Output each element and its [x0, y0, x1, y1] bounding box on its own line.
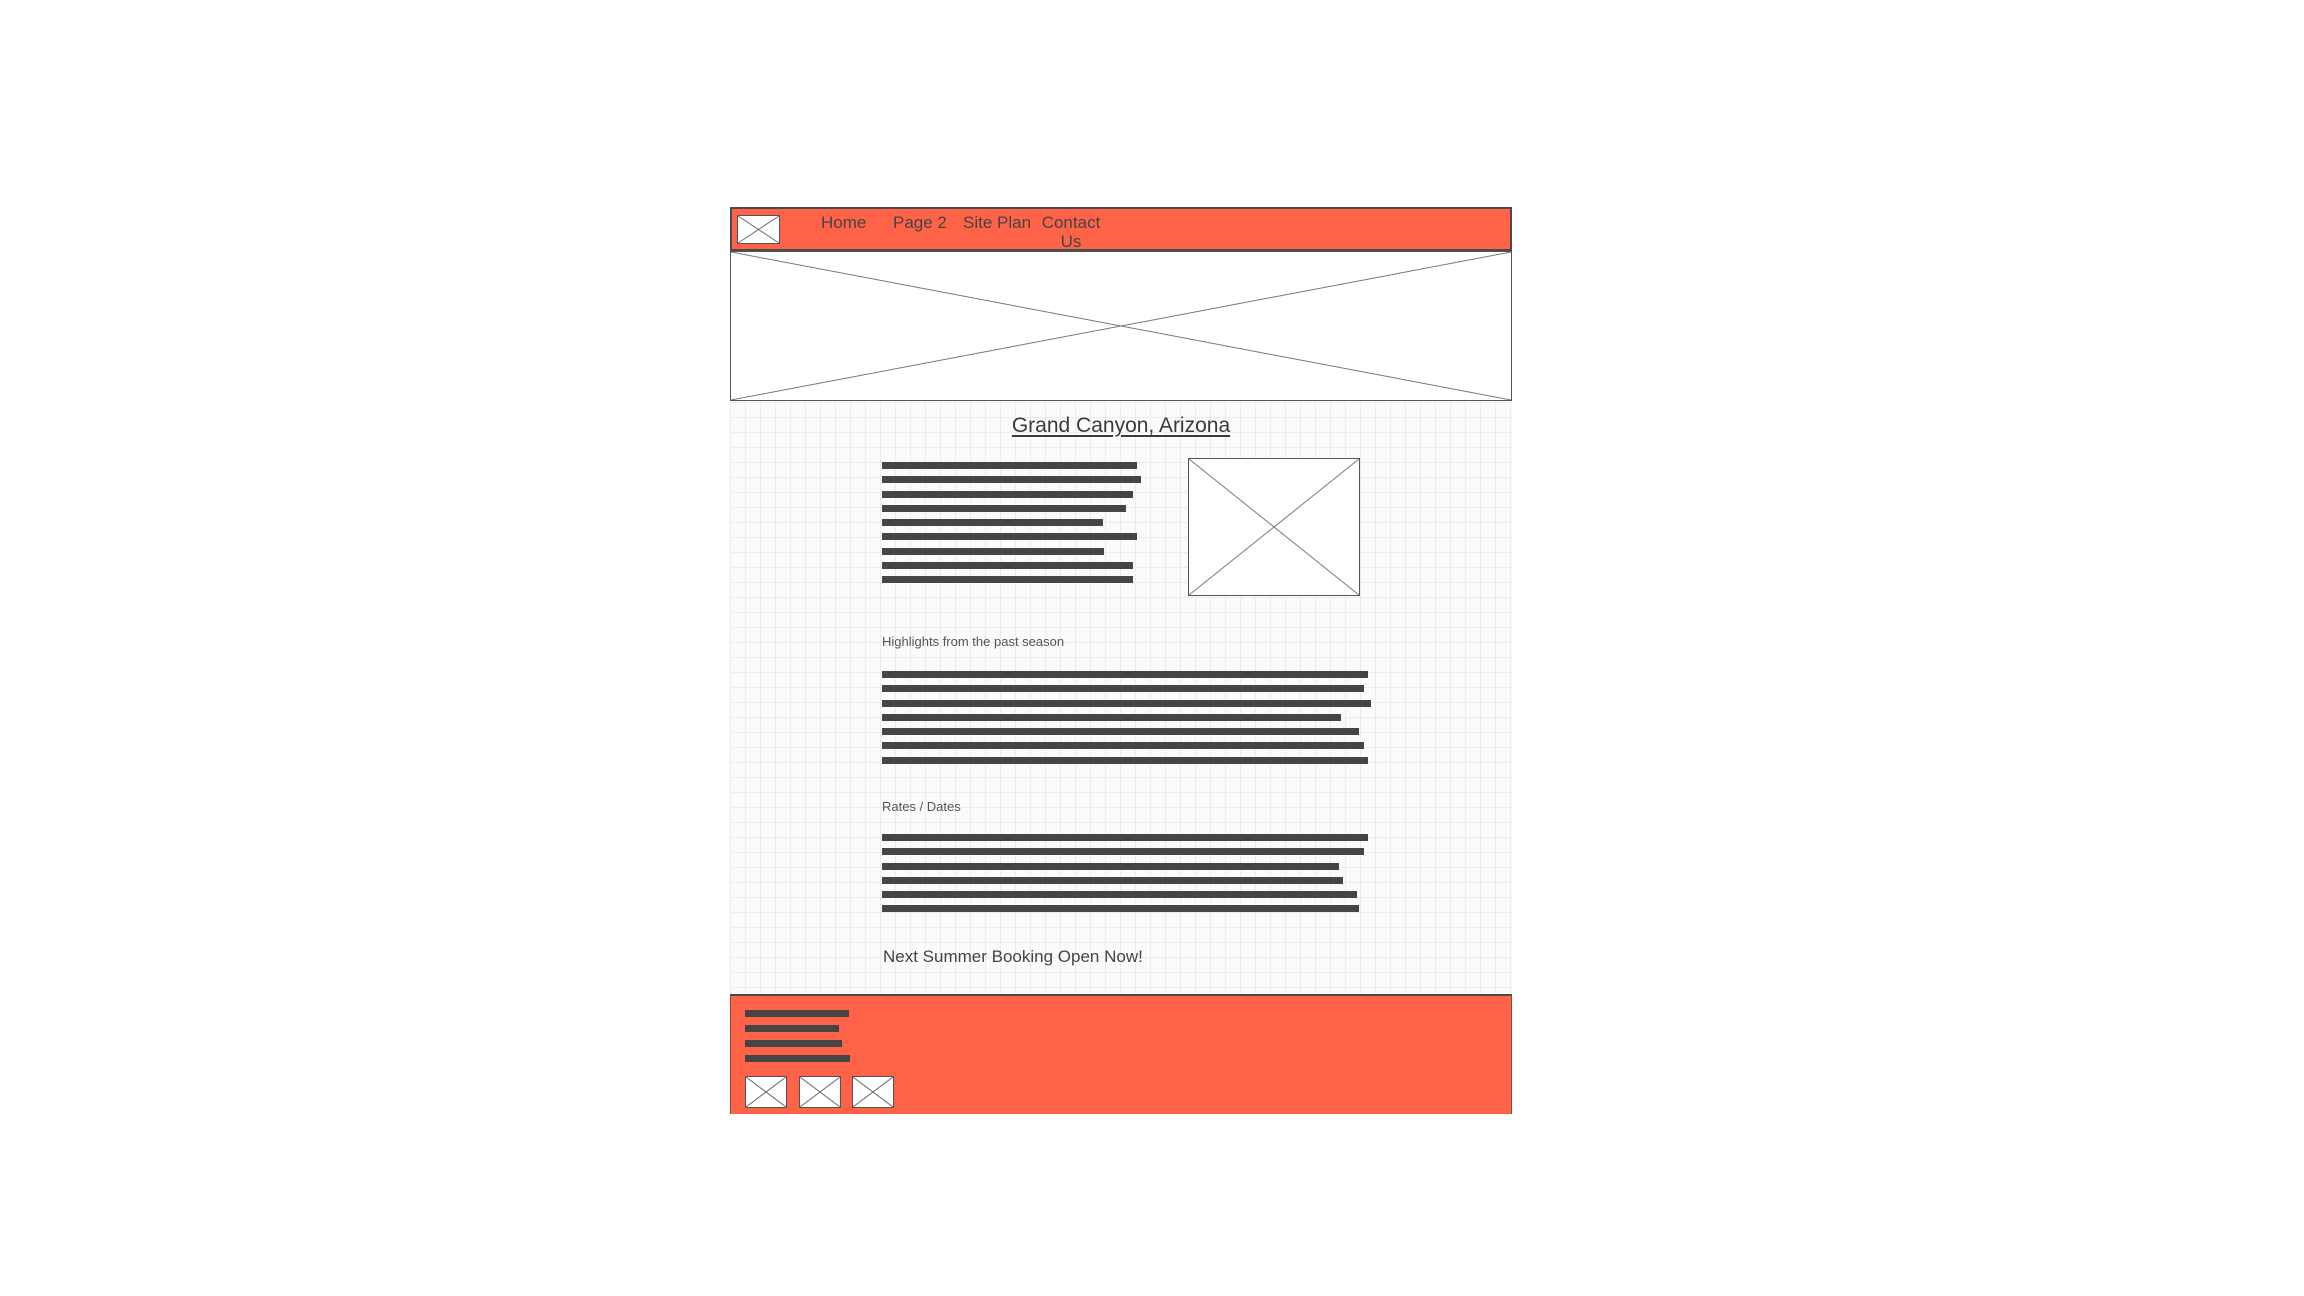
- text-line: [882, 562, 1133, 570]
- logo-placeholder-icon[interactable]: [737, 215, 780, 244]
- text-line: [882, 876, 1343, 884]
- text-line: [882, 519, 1103, 527]
- section-label-highlights: Highlights from the past season: [882, 634, 1065, 649]
- footer-text-block: [745, 1010, 850, 1070]
- page-title[interactable]: Grand Canyon, Arizona: [730, 414, 1512, 438]
- text-line: [882, 848, 1364, 856]
- text-line: [882, 834, 1368, 841]
- text-line: [882, 905, 1359, 913]
- text-line: [882, 476, 1141, 484]
- text-line: [882, 504, 1126, 512]
- hero-image-placeholder-icon: [730, 251, 1512, 401]
- text-line: [882, 671, 1368, 678]
- highlights-text-block: [882, 671, 1371, 771]
- nav-link-site-plan[interactable]: Site Plan: [963, 213, 1031, 232]
- text-line: [745, 1055, 850, 1062]
- nav-link-home[interactable]: Home: [821, 213, 866, 232]
- social-placeholder-icon[interactable]: [799, 1076, 841, 1108]
- nav-link-page-2[interactable]: Page 2: [893, 213, 947, 232]
- text-line: [745, 1025, 839, 1032]
- rates-text-block: [882, 834, 1368, 920]
- text-line: [882, 490, 1133, 498]
- intro-image-placeholder-icon: [1188, 458, 1360, 596]
- text-line: [745, 1040, 842, 1047]
- text-line: [882, 742, 1364, 750]
- footer: [730, 994, 1512, 1114]
- nav-link-contact-us[interactable]: Contact Us: [1039, 213, 1103, 251]
- text-line: [882, 862, 1339, 870]
- text-line: [882, 547, 1104, 555]
- booking-cta[interactable]: Next Summer Booking Open Now!: [883, 947, 1143, 967]
- text-line: [882, 533, 1137, 541]
- intro-text-block: [882, 462, 1141, 591]
- section-label-rates-dates: Rates / Dates: [882, 799, 961, 814]
- text-line: [882, 713, 1341, 721]
- social-placeholder-icon[interactable]: [852, 1076, 894, 1108]
- text-line: [882, 685, 1364, 693]
- text-line: [882, 462, 1137, 469]
- wireframe-page: Home Page 2 Site Plan Contact Us Grand C…: [730, 207, 1512, 1114]
- text-line: [882, 699, 1371, 707]
- text-line: [882, 576, 1133, 584]
- social-placeholder-icon[interactable]: [745, 1076, 787, 1108]
- text-line: [745, 1010, 849, 1017]
- text-line: [882, 891, 1357, 899]
- nav-bar: Home Page 2 Site Plan Contact Us: [730, 207, 1512, 251]
- text-line: [882, 756, 1368, 764]
- text-line: [882, 728, 1359, 736]
